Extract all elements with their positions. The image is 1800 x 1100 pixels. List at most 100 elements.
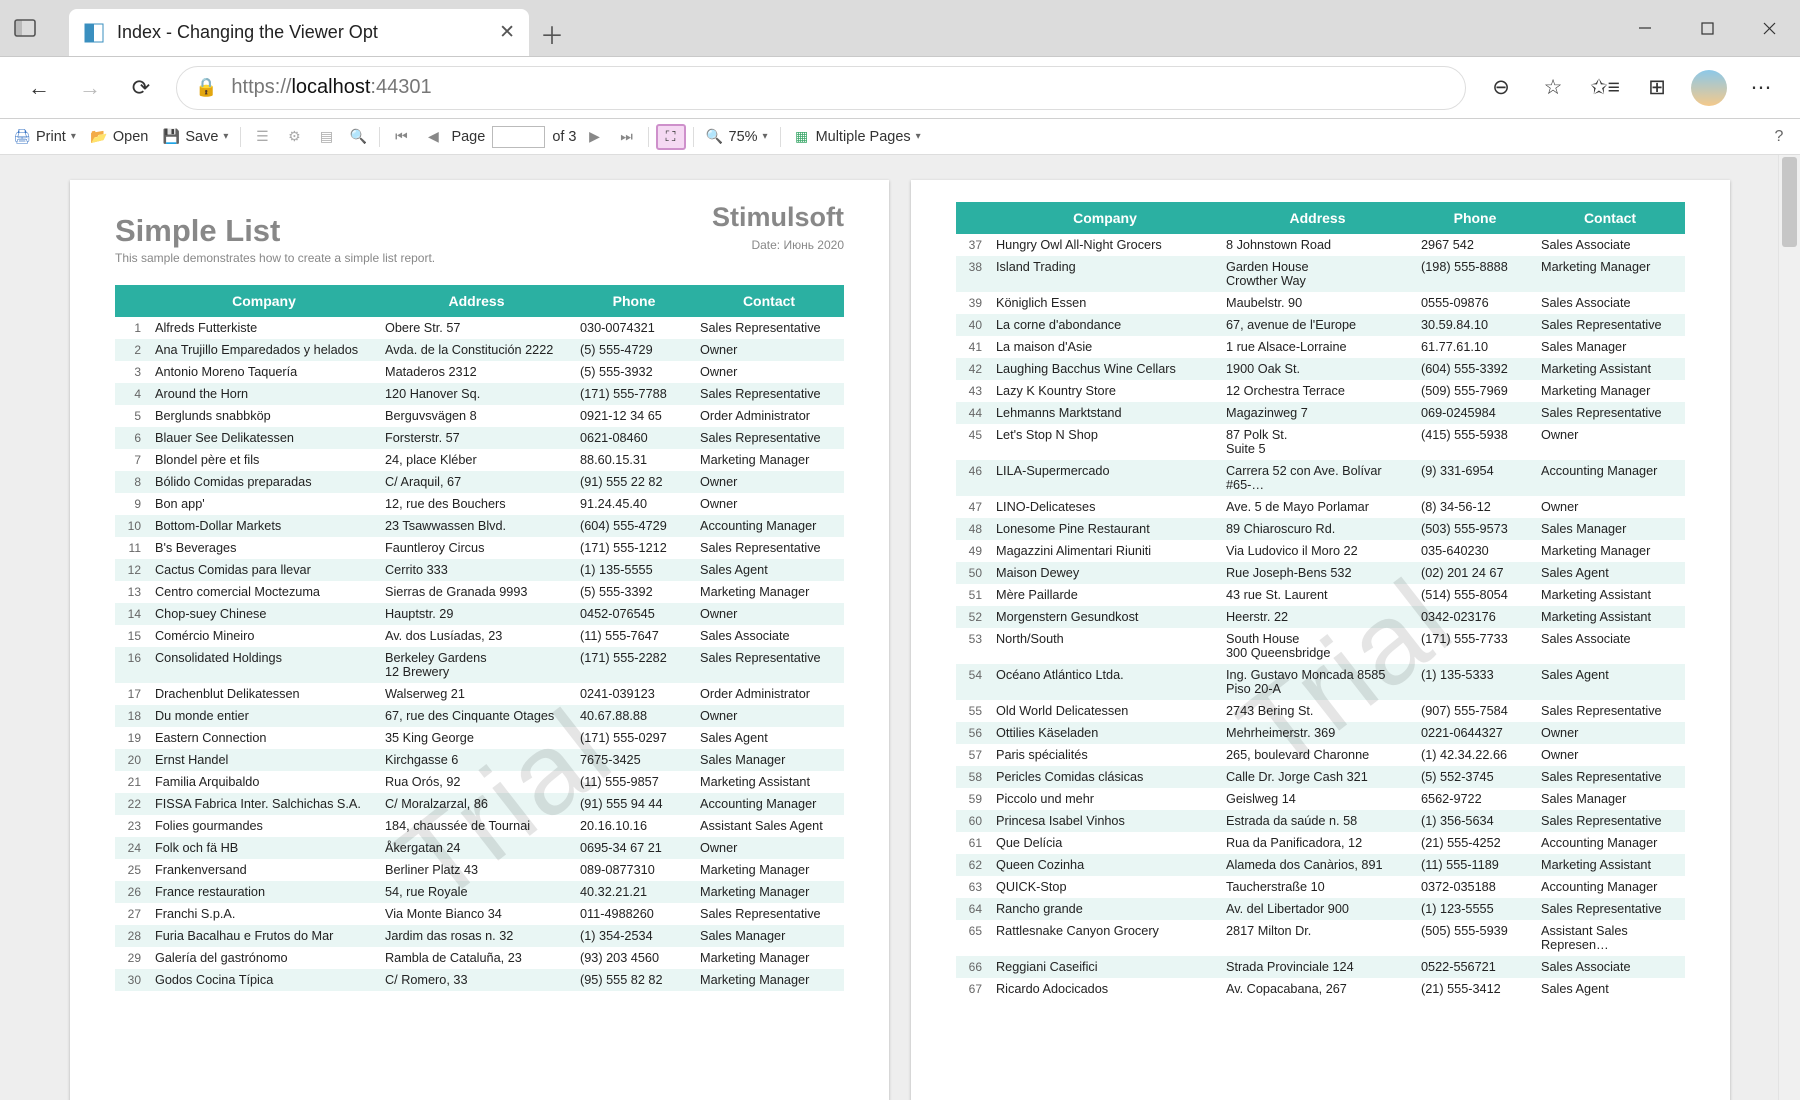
table-row: 28Furia Bacalhau e Frutos do MarJardim d… [115,925,844,947]
table-row: 52Morgenstern GesundkostHeerstr. 220342-… [956,606,1685,628]
address-bar: ← → ⟳ 🔒 https://localhost:44301 ⊖ ☆ ✩≡ ⊞… [0,57,1800,119]
zoom-out-icon[interactable]: ⊖ [1477,64,1525,112]
reload-button[interactable]: ⟳ [117,64,165,112]
col-phone: Phone [574,285,694,317]
tab-actions-button[interactable] [0,0,50,56]
row-index: 41 [956,336,990,358]
row-index: 23 [115,815,149,837]
col-company: Company [149,285,379,317]
collections-icon[interactable]: ⊞ [1633,64,1681,112]
url-input[interactable]: 🔒 https://localhost:44301 [176,66,1466,110]
row-index: 3 [115,361,149,383]
row-index: 19 [115,727,149,749]
close-window-button[interactable] [1738,0,1800,56]
row-index: 27 [115,903,149,925]
profile-avatar[interactable] [1685,64,1733,112]
report-table: Company Address Phone Contact 1Alfreds F… [115,285,844,991]
table-row: 65Rattlesnake Canyon Grocery2817 Milton … [956,920,1685,956]
table-row: 24Folk och fä HBÅkergatan 240695-34 67 2… [115,837,844,859]
bookmarks-icon[interactable]: ☰ [248,124,276,150]
table-row: 27Franchi S.p.A.Via Monte Bianco 34011-4… [115,903,844,925]
menu-icon[interactable]: ⋯ [1737,64,1785,112]
table-row: 57Paris spécialités265, boulevard Charon… [956,744,1685,766]
favorite-icon[interactable]: ☆ [1529,64,1577,112]
col-address: Address [379,285,574,317]
table-row: 13Centro comercial MoctezumaSierras de G… [115,581,844,603]
find-icon[interactable]: 🔍 [344,124,372,150]
table-row: 39Königlich EssenMaubelstr. 900555-09876… [956,292,1685,314]
vertical-scrollbar[interactable] [1778,155,1800,1100]
last-page-icon[interactable]: ⏭ [613,124,641,150]
browser-tab[interactable]: Index - Changing the Viewer Opt ✕ [69,9,529,56]
table-row: 61Que DelíciaRua da Panificadora, 12(21)… [956,832,1685,854]
row-index: 22 [115,793,149,815]
forward-button[interactable]: → [66,64,114,112]
titlebar: Index - Changing the Viewer Opt ✕ ＋ [0,0,1800,57]
save-button[interactable]: 💾Save▾ [157,124,233,150]
favorites-bar-icon[interactable]: ✩≡ [1581,64,1629,112]
table-row: 2Ana Trujillo Emparedados y heladosAvda.… [115,339,844,361]
row-index: 4 [115,383,149,405]
row-index: 10 [115,515,149,537]
table-row: 60Princesa Isabel VinhosEstrada da saúde… [956,810,1685,832]
row-index: 44 [956,402,990,424]
table-row: 59Piccolo und mehrGeislweg 146562-9722Sa… [956,788,1685,810]
help-icon[interactable]: ? [1766,124,1792,150]
row-index: 46 [956,460,990,496]
row-index: 39 [956,292,990,314]
table-row: 6Blauer See DelikatessenForsterstr. 5706… [115,427,844,449]
full-screen-icon[interactable]: ⛶ [656,124,686,150]
report-page-2: Trial Company Address Phone Contact 37Hu… [911,180,1730,1100]
next-page-icon[interactable]: ▶ [581,124,609,150]
row-index: 43 [956,380,990,402]
tab-close-icon[interactable]: ✕ [499,21,515,44]
table-row: 55Old World Delicatessen2743 Bering St.(… [956,700,1685,722]
open-button[interactable]: 📂Open [85,124,153,150]
table-row: 56Ottilies KäseladenMehrheimerstr. 36902… [956,722,1685,744]
table-row: 48Lonesome Pine Restaurant89 Chiaroscuro… [956,518,1685,540]
table-row: 53North/SouthSouth House300 Queensbridge… [956,628,1685,664]
new-tab-button[interactable]: ＋ [529,10,575,56]
prev-page-icon[interactable]: ◀ [419,124,447,150]
table-row: 3Antonio Moreno TaqueríaMataderos 2312(5… [115,361,844,383]
multi-page-button[interactable]: ▦Multiple Pages▾ [788,124,926,150]
row-index: 24 [115,837,149,859]
row-index: 64 [956,898,990,920]
parameters-icon[interactable]: ⚙ [280,124,308,150]
report-page-1: Simple List Stimulsoft This sample demon… [70,180,889,1100]
zoom-dropdown[interactable]: 🔍75%▾ [701,124,773,150]
row-index: 56 [956,722,990,744]
table-row: 18Du monde entier67, rue des Cinquante O… [115,705,844,727]
table-row: 49Magazzini Alimentari RiunitiVia Ludovi… [956,540,1685,562]
row-index: 59 [956,788,990,810]
row-index: 38 [956,256,990,292]
table-row: 46LILA-SupermercadoCarrera 52 con Ave. B… [956,460,1685,496]
report-brand: Stimulsoft [712,202,844,233]
row-index: 40 [956,314,990,336]
table-row: 26France restauration54, rue Royale40.32… [115,881,844,903]
col-contact: Contact [694,285,844,317]
viewer-area[interactable]: Simple List Stimulsoft This sample demon… [0,155,1800,1100]
table-row: 47LINO-DelicatesesAve. 5 de Mayo Porlama… [956,496,1685,518]
table-row: 45Let's Stop N Shop87 Polk St.Suite 5(41… [956,424,1685,460]
row-index: 60 [956,810,990,832]
maximize-button[interactable] [1676,0,1738,56]
row-index: 65 [956,920,990,956]
back-button[interactable]: ← [15,64,63,112]
page-number-input[interactable] [492,126,545,148]
row-index: 50 [956,562,990,584]
lock-icon: 🔒 [195,77,217,98]
table-row: 16Consolidated HoldingsBerkeley Gardens1… [115,647,844,683]
table-row: 4Around the Horn120 Hanover Sq.(171) 555… [115,383,844,405]
resources-icon[interactable]: ▤ [312,124,340,150]
page-label: Page [451,129,485,145]
table-row: 66Reggiani CaseificiStrada Provinciale 1… [956,956,1685,978]
minimize-button[interactable] [1614,0,1676,56]
row-index: 20 [115,749,149,771]
first-page-icon[interactable]: ⏮ [387,124,415,150]
print-button[interactable]: 🖨Print▾ [8,124,81,150]
table-row: 64Rancho grandeAv. del Libertador 900(1)… [956,898,1685,920]
row-index: 14 [115,603,149,625]
viewer-toolbar: 🖨Print▾ 📂Open 💾Save▾ ☰ ⚙ ▤ 🔍 ⏮ ◀ Page of… [0,119,1800,155]
table-row: 8Bólido Comidas preparadasC/ Araquil, 67… [115,471,844,493]
